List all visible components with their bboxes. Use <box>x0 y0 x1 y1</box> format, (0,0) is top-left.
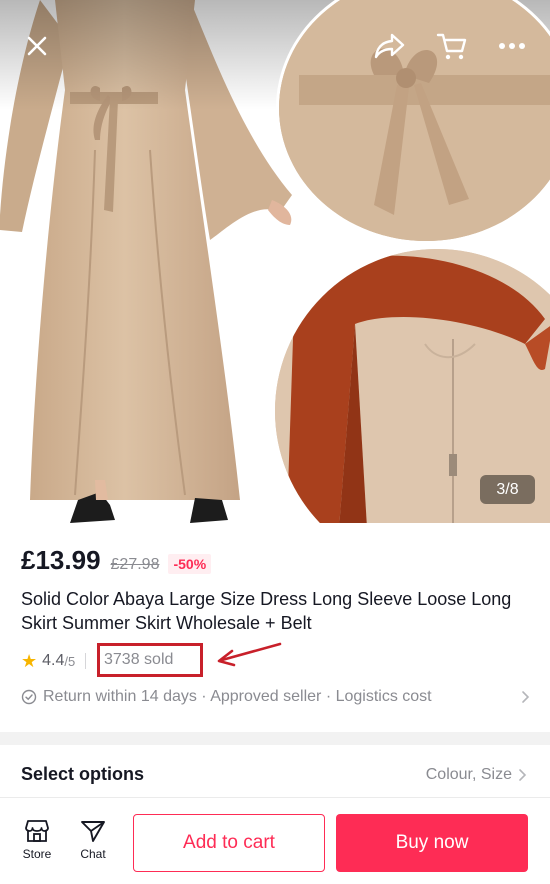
annotation-highlight-box <box>97 643 203 677</box>
service-info-row[interactable]: Return within 14 days · Approved seller … <box>21 686 531 708</box>
divider <box>85 653 87 669</box>
service-info-text: Return within 14 days · Approved seller … <box>43 688 432 705</box>
chat-send-icon <box>81 821 105 842</box>
original-price: £27.98 <box>110 556 160 573</box>
buy-now-button[interactable]: Buy now <box>336 814 528 872</box>
options-value: Colour, Size <box>426 766 528 784</box>
rating-value: 4.4 <box>42 652 65 669</box>
chevron-right-icon <box>519 769 527 781</box>
cart-icon <box>436 33 467 60</box>
product-title: Solid Color Abaya Large Size Dress Long … <box>21 589 512 633</box>
cart-button[interactable] <box>434 28 470 64</box>
close-icon <box>27 36 47 56</box>
current-price: £13.99 <box>21 545 101 575</box>
rating-max: /5 <box>64 653 76 669</box>
store-icon <box>25 820 49 842</box>
store-button[interactable]: Store <box>15 818 59 866</box>
price-row: £13.99 £27.98 -50% <box>21 545 212 576</box>
product-info-card: £13.99 £27.98 -50% Solid Color Abaya Lar… <box>0 523 550 732</box>
bottom-action-bar: Store Chat Add to cart Buy now <box>0 797 550 884</box>
image-page-indicator: 3/8 <box>480 475 535 504</box>
share-button[interactable] <box>372 28 408 64</box>
store-label: Store <box>22 847 52 861</box>
share-icon <box>374 33 405 59</box>
chat-button[interactable]: Chat <box>71 818 115 866</box>
product-image-gallery[interactable]: 3/8 <box>0 0 550 523</box>
discount-badge: -50% <box>168 554 212 574</box>
more-button[interactable] <box>494 28 530 64</box>
annotation-arrow-icon <box>217 642 282 667</box>
select-options-row[interactable]: Select options Colour, Size <box>0 745 550 805</box>
rating-row: ★ 4.4 /5 <box>21 648 92 674</box>
chat-label: Chat <box>80 847 106 861</box>
options-value-text: Colour, Size <box>425 766 512 783</box>
check-circle-icon <box>21 689 37 705</box>
add-to-cart-button[interactable]: Add to cart <box>133 814 325 872</box>
options-label: Select options <box>21 764 145 784</box>
chevron-right-icon <box>522 691 530 703</box>
star-icon: ★ <box>21 650 38 671</box>
more-icon <box>499 43 525 49</box>
close-button[interactable] <box>19 28 55 64</box>
